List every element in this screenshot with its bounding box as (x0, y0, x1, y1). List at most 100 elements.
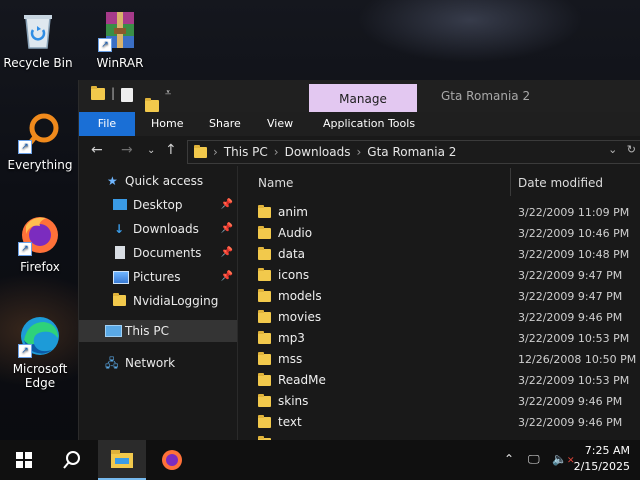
folder-icon (194, 144, 207, 158)
desktop-icon (113, 199, 127, 210)
nav-item-pictures[interactable]: Pictures 📌 (79, 266, 237, 288)
nav-item-downloads[interactable]: ↓ Downloads 📌 (79, 218, 237, 240)
network-status-icon[interactable]: 🖵 (528, 452, 540, 467)
taskbar-file-explorer[interactable] (98, 440, 146, 480)
show-hidden-icons-chevron-icon[interactable]: ⌃ (504, 452, 514, 466)
file-row[interactable]: icons 3/22/2009 9:47 PM (238, 265, 640, 286)
file-row[interactable]: ReadMe 3/22/2009 10:53 PM (238, 370, 640, 391)
tab-manage[interactable]: Manage (309, 84, 417, 112)
address-bar[interactable]: › This PC › Downloads › Gta Romania 2 ⌄ … (187, 140, 640, 164)
file-row[interactable]: mss 12/26/2008 10:50 PM (238, 349, 640, 370)
nav-network[interactable]: 🖧 Network (79, 352, 237, 374)
file-name: skins (278, 394, 309, 408)
file-date: 3/22/2009 9:46 PM (518, 416, 623, 429)
search-button[interactable] (48, 440, 96, 480)
breadcrumb-downloads[interactable]: Downloads (285, 145, 351, 159)
file-date: 3/22/2009 10:46 PM (518, 227, 630, 240)
shortcut-arrow-icon: ↗ (18, 140, 32, 154)
folder-icon (258, 394, 271, 407)
nav-quick-access[interactable]: ★ Quick access (79, 170, 237, 192)
folder-icon (258, 289, 271, 302)
back-arrow-icon[interactable]: ← (91, 142, 103, 158)
file-row[interactable]: mp3 3/22/2009 10:53 PM (238, 328, 640, 349)
file-row[interactable]: text 3/22/2009 9:46 PM (238, 412, 640, 433)
folder-icon (113, 293, 126, 306)
nav-label: Quick access (125, 174, 204, 188)
sort-ascending-icon: ⌃ (376, 166, 385, 173)
file-name: models (278, 289, 322, 303)
file-date: 3/22/2009 9:47 PM (518, 290, 623, 303)
file-row[interactable]: data 3/22/2009 10:48 PM (238, 244, 640, 265)
everything-search-icon: ↗ (18, 110, 62, 154)
breadcrumb-current-folder[interactable]: Gta Romania 2 (367, 145, 456, 159)
tab-file[interactable]: File (79, 112, 135, 136)
edge-icon: ↗ (18, 314, 62, 358)
computer-icon (105, 325, 122, 337)
taskbar-firefox[interactable] (148, 440, 196, 480)
file-row[interactable]: skins 3/22/2009 9:46 PM (238, 391, 640, 412)
properties-icon[interactable] (121, 88, 133, 102)
file-row[interactable]: movies 3/22/2009 9:46 PM (238, 307, 640, 328)
new-folder-icon[interactable] (145, 98, 159, 112)
folder-icon (258, 373, 271, 386)
desktop-icon-recycle-bin[interactable]: Recycle Bin (0, 8, 76, 70)
folder-icon (258, 331, 271, 344)
file-row[interactable]: Audio 3/22/2009 10:46 PM (238, 223, 640, 244)
file-date: 3/22/2009 11:09 PM (518, 206, 630, 219)
file-name: data (278, 247, 306, 261)
nav-item-nvidialogging[interactable]: NvidiaLogging (79, 290, 237, 312)
forward-arrow-icon[interactable]: → (121, 142, 133, 158)
documents-icon (115, 246, 125, 259)
desktop-icon-edge[interactable]: ↗ Microsoft Edge (2, 314, 78, 390)
recent-locations-chevron-icon[interactable]: ⌄ (147, 145, 155, 156)
pin-icon[interactable]: 📌 (221, 218, 233, 240)
volume-muted-icon[interactable]: 🔈✕ (552, 452, 575, 466)
desktop-icon-winrar[interactable]: ↗ WinRAR (82, 8, 158, 70)
tab-share[interactable]: Share (209, 112, 241, 136)
desktop-icon-label: WinRAR (96, 56, 144, 70)
file-row-partial[interactable] (238, 433, 640, 440)
file-date: 3/22/2009 10:48 PM (518, 248, 630, 261)
tab-home[interactable]: Home (151, 112, 183, 136)
qat-customize-icon[interactable]: ⩡ (165, 86, 171, 100)
pin-icon[interactable]: 📌 (221, 266, 233, 288)
breadcrumb-this-pc[interactable]: This PC (224, 145, 268, 159)
shortcut-arrow-icon: ↗ (18, 344, 32, 358)
desktop-icon-label: Firefox (20, 260, 60, 274)
start-button[interactable] (0, 440, 48, 480)
desktop-icon-label: Recycle Bin (3, 56, 73, 70)
file-date: 3/22/2009 9:47 PM (518, 269, 623, 282)
file-row[interactable]: anim 3/22/2009 11:09 PM (238, 202, 640, 223)
refresh-icon[interactable]: ↻ (627, 143, 636, 156)
folder-icon (258, 352, 271, 365)
desktop-icon-everything[interactable]: ↗ Everything (2, 110, 78, 172)
pin-icon[interactable]: 📌 (221, 242, 233, 264)
nav-item-desktop[interactable]: Desktop 📌 (79, 194, 237, 216)
folder-icon (258, 247, 271, 260)
file-row[interactable]: models 3/22/2009 9:47 PM (238, 286, 640, 307)
nav-this-pc[interactable]: This PC (79, 320, 237, 342)
desktop-icon-firefox[interactable]: ↗ Firefox (2, 212, 78, 274)
column-header-date[interactable]: Date modified (518, 176, 603, 190)
downloads-icon: ↓ (114, 222, 125, 236)
file-explorer-window: | ⩡ Manage Gta Romania 2 File Home Share… (78, 80, 640, 440)
navigation-pane: ★ Quick access Desktop 📌 ↓ Downloads 📌 D… (79, 166, 237, 440)
nav-item-documents[interactable]: Documents 📌 (79, 242, 237, 264)
pin-icon[interactable]: 📌 (221, 194, 233, 216)
column-header-name[interactable]: Name (258, 176, 293, 190)
up-arrow-icon[interactable]: ↑ (165, 142, 177, 158)
firefox-icon: ↗ (18, 212, 62, 256)
tab-view[interactable]: View (267, 112, 293, 136)
file-name: Audio (278, 226, 313, 240)
nav-label: Downloads (133, 222, 199, 236)
file-date: 3/22/2009 9:46 PM (518, 395, 623, 408)
clock-time: 7:25 AM (584, 444, 630, 457)
column-divider[interactable] (510, 168, 511, 196)
window-title: Gta Romania 2 (441, 89, 531, 103)
address-history-chevron-icon[interactable]: ⌄ (608, 143, 617, 156)
system-clock[interactable]: 7:25 AM 2/15/2025 (574, 443, 630, 475)
title-bar: | ⩡ Manage Gta Romania 2 (79, 80, 640, 112)
clock-date: 2/15/2025 (573, 460, 630, 473)
tab-application-tools[interactable]: Application Tools (323, 112, 415, 136)
nav-label: Network (125, 356, 176, 370)
